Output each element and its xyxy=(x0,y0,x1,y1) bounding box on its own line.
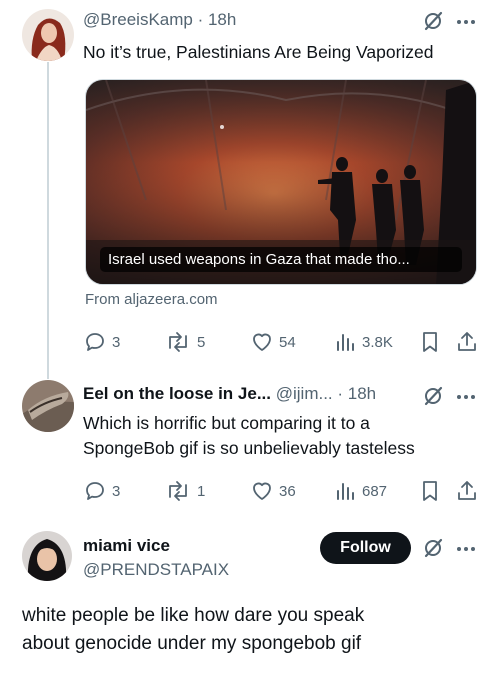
bookmark-icon xyxy=(423,332,437,352)
views-button[interactable]: 3.8K xyxy=(333,330,393,354)
user-handle[interactable]: @ijim... xyxy=(276,384,333,403)
action-bar: 3 5 54 3.8K xyxy=(83,330,481,354)
more-icon[interactable] xyxy=(455,385,477,407)
user-handle[interactable]: @PRENDSTAPAIX xyxy=(83,560,229,580)
avatar[interactable] xyxy=(22,380,74,432)
tweet-text: white people be like how dare you speak … xyxy=(22,602,482,658)
tweet-header: @BreeisKamp · 18h xyxy=(83,10,236,30)
card-title: Israel used weapons in Gaza that made th… xyxy=(100,247,462,272)
share-button[interactable] xyxy=(455,479,479,503)
views-button[interactable]: 687 xyxy=(333,479,387,503)
display-name[interactable]: miami vice xyxy=(83,536,170,555)
like-icon xyxy=(253,482,271,500)
repost-button[interactable]: 5 xyxy=(164,330,205,354)
view-count: 687 xyxy=(362,482,388,500)
card-source[interactable]: From aljazeera.com xyxy=(85,291,218,308)
like-count: 54 xyxy=(279,333,296,351)
action-bar: 3 1 36 687 xyxy=(83,479,481,503)
reply-button[interactable]: 3 xyxy=(83,479,120,503)
share-button[interactable] xyxy=(455,330,479,354)
bookmark-button[interactable] xyxy=(418,330,442,354)
like-button[interactable]: 36 xyxy=(250,479,296,503)
more-icon[interactable] xyxy=(455,537,477,559)
share-icon xyxy=(458,481,476,500)
tweet-header: Eel on the loose in Je... @ijim... · 18h xyxy=(83,384,376,404)
timestamp[interactable]: · 18h xyxy=(337,384,376,403)
reply-icon xyxy=(86,333,104,351)
link-card[interactable]: Israel used weapons in Gaza that made th… xyxy=(85,79,477,285)
display-name[interactable]: Eel on the loose in Je... xyxy=(83,384,271,403)
views-icon xyxy=(337,334,354,351)
more-icon[interactable] xyxy=(455,10,477,32)
views-icon xyxy=(337,483,354,500)
reply-icon xyxy=(86,482,104,500)
share-icon xyxy=(458,332,476,351)
like-count: 36 xyxy=(279,482,296,500)
follow-button[interactable]: Follow xyxy=(320,532,411,564)
repost-count: 1 xyxy=(197,482,206,500)
tweet-text-line-2: SpongeBob gif is so unbelievably tastele… xyxy=(83,438,415,458)
view-count: 3.8K xyxy=(362,333,393,351)
repost-icon xyxy=(169,332,187,352)
tweet-text-line-1: white people be like how dare you speak xyxy=(22,605,365,626)
like-icon xyxy=(253,333,271,351)
tweet-text-line-2: about genocide under my spongebob gif xyxy=(22,633,362,654)
like-button[interactable]: 54 xyxy=(250,330,296,354)
grok-icon[interactable] xyxy=(422,10,444,32)
tweet-text-line-1: Which is horrific but comparing it to a xyxy=(83,413,370,433)
repost-count: 5 xyxy=(197,333,206,351)
avatar[interactable] xyxy=(22,9,74,61)
reply-count: 3 xyxy=(112,333,121,351)
repost-button[interactable]: 1 xyxy=(164,479,205,503)
tweet-text: No it’s true, Palestinians Are Being Vap… xyxy=(83,42,434,62)
bookmark-button[interactable] xyxy=(418,479,442,503)
bookmark-icon xyxy=(423,481,437,501)
timestamp[interactable]: · 18h xyxy=(198,10,237,29)
avatar[interactable] xyxy=(22,531,72,581)
repost-icon xyxy=(169,481,187,501)
reply-count: 3 xyxy=(112,482,121,500)
grok-icon[interactable] xyxy=(422,385,444,407)
grok-icon[interactable] xyxy=(422,537,444,559)
thread-connector-line xyxy=(47,62,49,379)
user-handle[interactable]: @BreeisKamp xyxy=(83,10,193,29)
reply-button[interactable]: 3 xyxy=(83,330,120,354)
display-name-row: miami vice xyxy=(83,536,170,556)
